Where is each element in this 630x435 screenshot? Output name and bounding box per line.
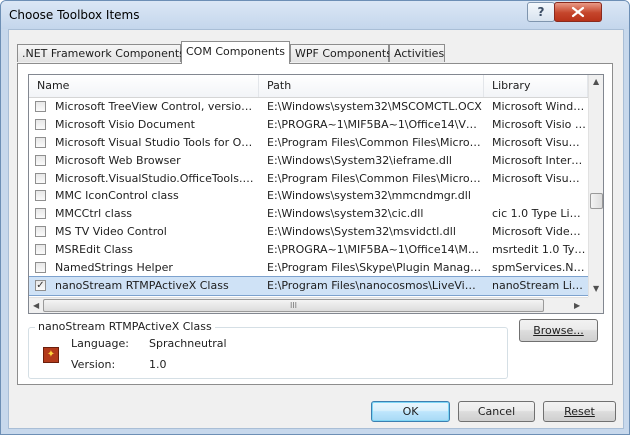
cell-library: nanoStream Live ...: [492, 278, 586, 292]
horizontal-scrollbar[interactable]: ◀ III ▶: [29, 297, 588, 313]
cell-name: MMCCtrl class: [55, 207, 133, 221]
title-bar: Choose Toolbox Items ?: [1, 1, 629, 29]
row-checkbox[interactable]: [35, 118, 46, 130]
scrollbar-corner: [588, 297, 603, 313]
dialog-window: Choose Toolbox Items ? .NET Framework Co…: [0, 0, 630, 435]
cell-path: E:\Windows\system32\mmcndmgr.dll: [267, 189, 471, 203]
cell-name: Microsoft Web Browser: [55, 153, 181, 167]
help-button[interactable]: ?: [527, 2, 555, 22]
cell-name: Microsoft Visio Document: [55, 117, 195, 131]
cell-library: Microsoft Video Control ...: [492, 225, 586, 239]
scroll-right-icon[interactable]: ▶: [574, 302, 580, 310]
details-group-title: nanoStream RTMPActiveX Class: [35, 320, 215, 333]
cell-name: MSREdit Class: [55, 243, 133, 257]
cell-library: cic 1.0 Type Library: [492, 207, 586, 221]
table-row[interactable]: MMCCtrl class E:\Windows\system32\cic.dll…: [29, 205, 588, 223]
dialog-client: .NET Framework Components COM Components…: [8, 29, 624, 429]
cell-name: Microsoft TreeView Control, version 6.0: [55, 100, 255, 113]
table-row[interactable]: ✓ nanoStream RTMPActiveX Class E:\Program …: [29, 275, 589, 296]
cell-name: nanoStream RTMPActiveX Class: [55, 278, 229, 292]
cell-path: E:\Windows\system32\MSCOMCTL.OCX: [267, 100, 482, 113]
table-row[interactable]: MMC IconControl class E:\Windows\system32…: [29, 187, 588, 205]
cancel-button[interactable]: Cancel: [458, 401, 535, 422]
row-checkbox[interactable]: [35, 244, 46, 256]
cell-path: E:\Program Files\Common Files\Micros...: [267, 135, 482, 149]
row-checkbox[interactable]: [35, 172, 46, 184]
table-row[interactable]: Microsoft Visual Studio Tools for Offic.…: [29, 134, 588, 152]
version-label: Version:: [71, 358, 116, 371]
table-row[interactable]: Microsoft Web Browser E:\Windows\System32…: [29, 152, 588, 170]
cell-path: E:\Windows\System32\ieframe.dll: [267, 153, 452, 167]
list-rows: Microsoft TreeView Control, version 6.0 E…: [29, 98, 589, 296]
cell-library: Microsoft Visual S...: [492, 171, 586, 185]
row-checkbox[interactable]: ✓: [35, 279, 46, 291]
table-row[interactable]: MS TV Video Control E:\Windows\System32\m…: [29, 223, 588, 241]
component-icon: ✦: [43, 347, 59, 363]
row-checkbox[interactable]: [35, 208, 46, 220]
row-checkbox[interactable]: [35, 190, 46, 202]
column-header-name[interactable]: Name: [29, 75, 259, 97]
cell-name: MMC IconControl class: [55, 189, 179, 203]
cell-path: E:\PROGRA~1\MIF5BA~1\Office14\VVIE...: [267, 117, 482, 131]
row-checkbox[interactable]: [35, 262, 46, 274]
horizontal-scroll-thumb[interactable]: III: [43, 299, 544, 312]
cell-library: msrtedit 1.0 Type ...: [492, 243, 586, 257]
window-title: Choose Toolbox Items: [9, 8, 140, 22]
table-row[interactable]: NamedStrings Helper E:\Program Files\Skyp…: [29, 259, 588, 277]
details-groupbox: nanoStream RTMPActiveX Class ✦ Language:…: [28, 320, 508, 379]
column-header-library[interactable]: Library: [484, 75, 588, 97]
close-icon: [571, 6, 585, 18]
cell-path: E:\Windows\System32\msvidctl.dll: [267, 225, 456, 239]
scroll-up-icon[interactable]: ▲: [593, 78, 599, 86]
cell-path: E:\Program Files\Skype\Plugin Manager...: [267, 261, 482, 275]
language-label: Language:: [71, 337, 129, 350]
tab-activities[interactable]: Activities: [389, 44, 445, 62]
table-row[interactable]: Microsoft Visio Document E:\PROGRA~1\MIF5…: [29, 116, 588, 134]
row-checkbox[interactable]: [35, 101, 46, 112]
row-checkbox[interactable]: [35, 136, 46, 148]
vertical-scrollbar[interactable]: ▲ ▼: [588, 75, 603, 297]
scroll-down-icon[interactable]: ▼: [593, 285, 599, 293]
cell-library: spmServices.Nam...: [492, 261, 586, 275]
table-row[interactable]: Microsoft TreeView Control, version 6.0 E…: [29, 98, 588, 116]
cell-library: [492, 187, 586, 205]
cell-name: MS TV Video Control: [55, 225, 167, 239]
reset-label: Reset: [564, 405, 595, 418]
tab-panel: Name Path Library Microsoft TreeView Con…: [17, 63, 613, 385]
language-value: Sprachneutral: [149, 337, 227, 350]
cell-path: E:\PROGRA~1\MIF5BA~1\Office14\MSR...: [267, 243, 482, 257]
close-button[interactable]: [554, 2, 602, 22]
vertical-scroll-thumb[interactable]: [590, 193, 603, 209]
ok-button[interactable]: OK: [371, 401, 450, 422]
scroll-left-icon[interactable]: ◀: [33, 302, 39, 310]
cell-library: Microsoft Windo...: [492, 100, 586, 113]
list-header: Name Path Library: [29, 75, 588, 98]
cell-name: Microsoft Visual Studio Tools for Offic.…: [55, 135, 255, 149]
cell-library: Microsoft Visual S...: [492, 135, 586, 149]
table-row[interactable]: MSREdit Class E:\PROGRA~1\MIF5BA~1\Office…: [29, 241, 588, 259]
components-list[interactable]: Name Path Library Microsoft TreeView Con…: [28, 74, 604, 314]
tab-net-framework[interactable]: .NET Framework Components: [17, 44, 185, 62]
cell-path: E:\Windows\system32\cic.dll: [267, 207, 424, 221]
row-checkbox[interactable]: [35, 226, 46, 238]
cell-library: Microsoft Internet...: [492, 153, 586, 167]
browse-button[interactable]: Browse...: [519, 319, 598, 342]
tab-com-components[interactable]: COM Components: [181, 41, 290, 64]
cell-library: Microsoft Visio Vi...: [492, 117, 586, 131]
row-checkbox[interactable]: [35, 154, 46, 166]
table-row[interactable]: Microsoft.VisualStudio.OfficeTools.Co...…: [29, 170, 588, 188]
browse-label: Browse...: [533, 324, 584, 337]
cell-path: E:\Program Files\nanocosmos\LiveVideo...: [267, 278, 482, 292]
cell-path: E:\Program Files\Common Files\Micros...: [267, 171, 482, 185]
tab-wpf-components[interactable]: WPF Components: [290, 44, 392, 62]
version-value: 1.0: [149, 358, 167, 371]
column-header-path[interactable]: Path: [259, 75, 484, 97]
cell-name: Microsoft.VisualStudio.OfficeTools.Co...: [55, 171, 255, 185]
reset-button[interactable]: Reset: [543, 401, 616, 422]
cell-name: NamedStrings Helper: [55, 261, 173, 275]
